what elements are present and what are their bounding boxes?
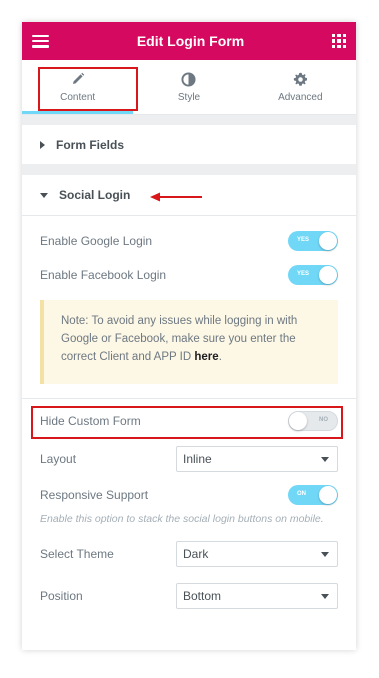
theme-select[interactable]: Dark <box>176 541 338 567</box>
caret-right-icon <box>40 140 45 149</box>
panel-header: Edit Login Form <box>22 22 356 60</box>
gear-icon <box>292 71 308 87</box>
theme-label: Select Theme <box>40 547 114 561</box>
half-circle-icon <box>181 71 197 87</box>
tab-style-label: Style <box>177 92 201 103</box>
layout-select[interactable]: Inline <box>176 446 338 472</box>
social-login-body: Enable Google Login YES Enable Facebook … <box>22 215 356 650</box>
responsive-toggle[interactable]: ON <box>288 485 338 505</box>
responsive-row: Responsive Support ON <box>22 484 356 506</box>
theme-row: Select Theme Dark <box>22 541 356 567</box>
tab-advanced[interactable]: Advanced <box>245 60 356 114</box>
pencil-icon <box>70 71 86 87</box>
section-form-fields[interactable]: Form Fields <box>22 125 356 164</box>
section-social-login-title: Social Login <box>59 188 131 202</box>
position-row: Position Bottom <box>22 583 356 609</box>
position-select[interactable]: Bottom <box>176 583 338 609</box>
google-login-row: Enable Google Login YES <box>22 230 356 252</box>
layout-label: Layout <box>40 452 77 466</box>
client-id-notice: Note: To avoid any issues while logging … <box>40 300 338 384</box>
tab-style[interactable]: Style <box>133 60 244 114</box>
tab-advanced-label: Advanced <box>278 92 323 103</box>
widgets-grid-icon[interactable] <box>331 34 346 48</box>
editor-panel: Edit Login Form Content Style Advanced F… <box>22 22 356 650</box>
panel-title: Edit Login Form <box>136 33 245 49</box>
google-login-label: Enable Google Login <box>40 234 153 248</box>
responsive-description: Enable this option to stack the social l… <box>40 513 324 525</box>
hide-custom-form-row: Hide Custom Form NO <box>22 409 356 433</box>
notice-here-link[interactable]: here <box>194 351 218 363</box>
notice-text: Note: To avoid any issues while logging … <box>61 315 298 363</box>
facebook-login-label: Enable Facebook Login <box>40 268 167 282</box>
menu-icon[interactable] <box>32 34 49 48</box>
annotation-arrow-icon <box>150 192 202 202</box>
tab-content[interactable]: Content <box>22 60 139 114</box>
layout-row: Layout Inline <box>22 446 356 472</box>
caret-down-icon <box>40 192 48 198</box>
tab-content-label: Content <box>60 92 96 103</box>
dropdown-caret-icon <box>321 593 329 599</box>
section-form-fields-title: Form Fields <box>56 137 125 152</box>
responsive-label: Responsive Support <box>40 488 149 502</box>
panel-tabs: Content Style Advanced <box>22 60 356 115</box>
hide-custom-form-toggle[interactable]: NO <box>288 411 338 431</box>
hide-custom-form-label: Hide Custom Form <box>40 414 141 428</box>
facebook-login-toggle[interactable]: YES <box>288 265 338 285</box>
position-label: Position <box>40 589 83 603</box>
google-login-toggle[interactable]: YES <box>288 231 338 251</box>
facebook-login-row: Enable Facebook Login YES <box>22 264 356 286</box>
dropdown-caret-icon <box>321 456 329 462</box>
dropdown-caret-icon <box>321 551 329 557</box>
